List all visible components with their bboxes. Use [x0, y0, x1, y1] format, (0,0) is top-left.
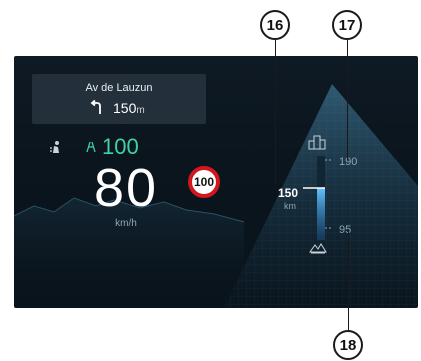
current-speed: 80	[93, 158, 159, 218]
speed-unit: km/h	[115, 218, 137, 229]
callout-16-line	[275, 40, 276, 185]
cluster-screen: Av de Lauzun 150m 100 80 km/h 100 190 15…	[14, 56, 418, 308]
distance-value: 150	[113, 100, 137, 116]
distance-unit: m	[136, 105, 145, 116]
altitude-max: 190	[339, 156, 358, 168]
altitude-min: 95	[339, 224, 352, 236]
lane-keeping-icon	[86, 141, 96, 153]
terrain-icon	[309, 243, 327, 254]
navigation-instruction: Av de Lauzun 150m	[32, 74, 206, 124]
callout-16: 16	[260, 10, 290, 40]
callout-17: 17	[332, 10, 362, 40]
cruise-speed: 100	[102, 134, 139, 159]
speed-limit-value: 100	[193, 175, 215, 189]
distance-to-turn: 150m	[113, 100, 145, 116]
city-icon	[308, 135, 326, 150]
altitude-unit: km	[284, 201, 296, 211]
callout-17-line	[347, 40, 348, 160]
street-name: Av de Lauzun	[85, 82, 153, 94]
driver-seat-icon	[50, 141, 59, 153]
altitude-current: 150	[278, 186, 299, 200]
callout-18: 18	[333, 330, 363, 360]
speed-limit-sign: 100	[188, 166, 220, 198]
callout-18-line	[348, 230, 349, 330]
turn-left-arrow-icon	[90, 99, 101, 114]
